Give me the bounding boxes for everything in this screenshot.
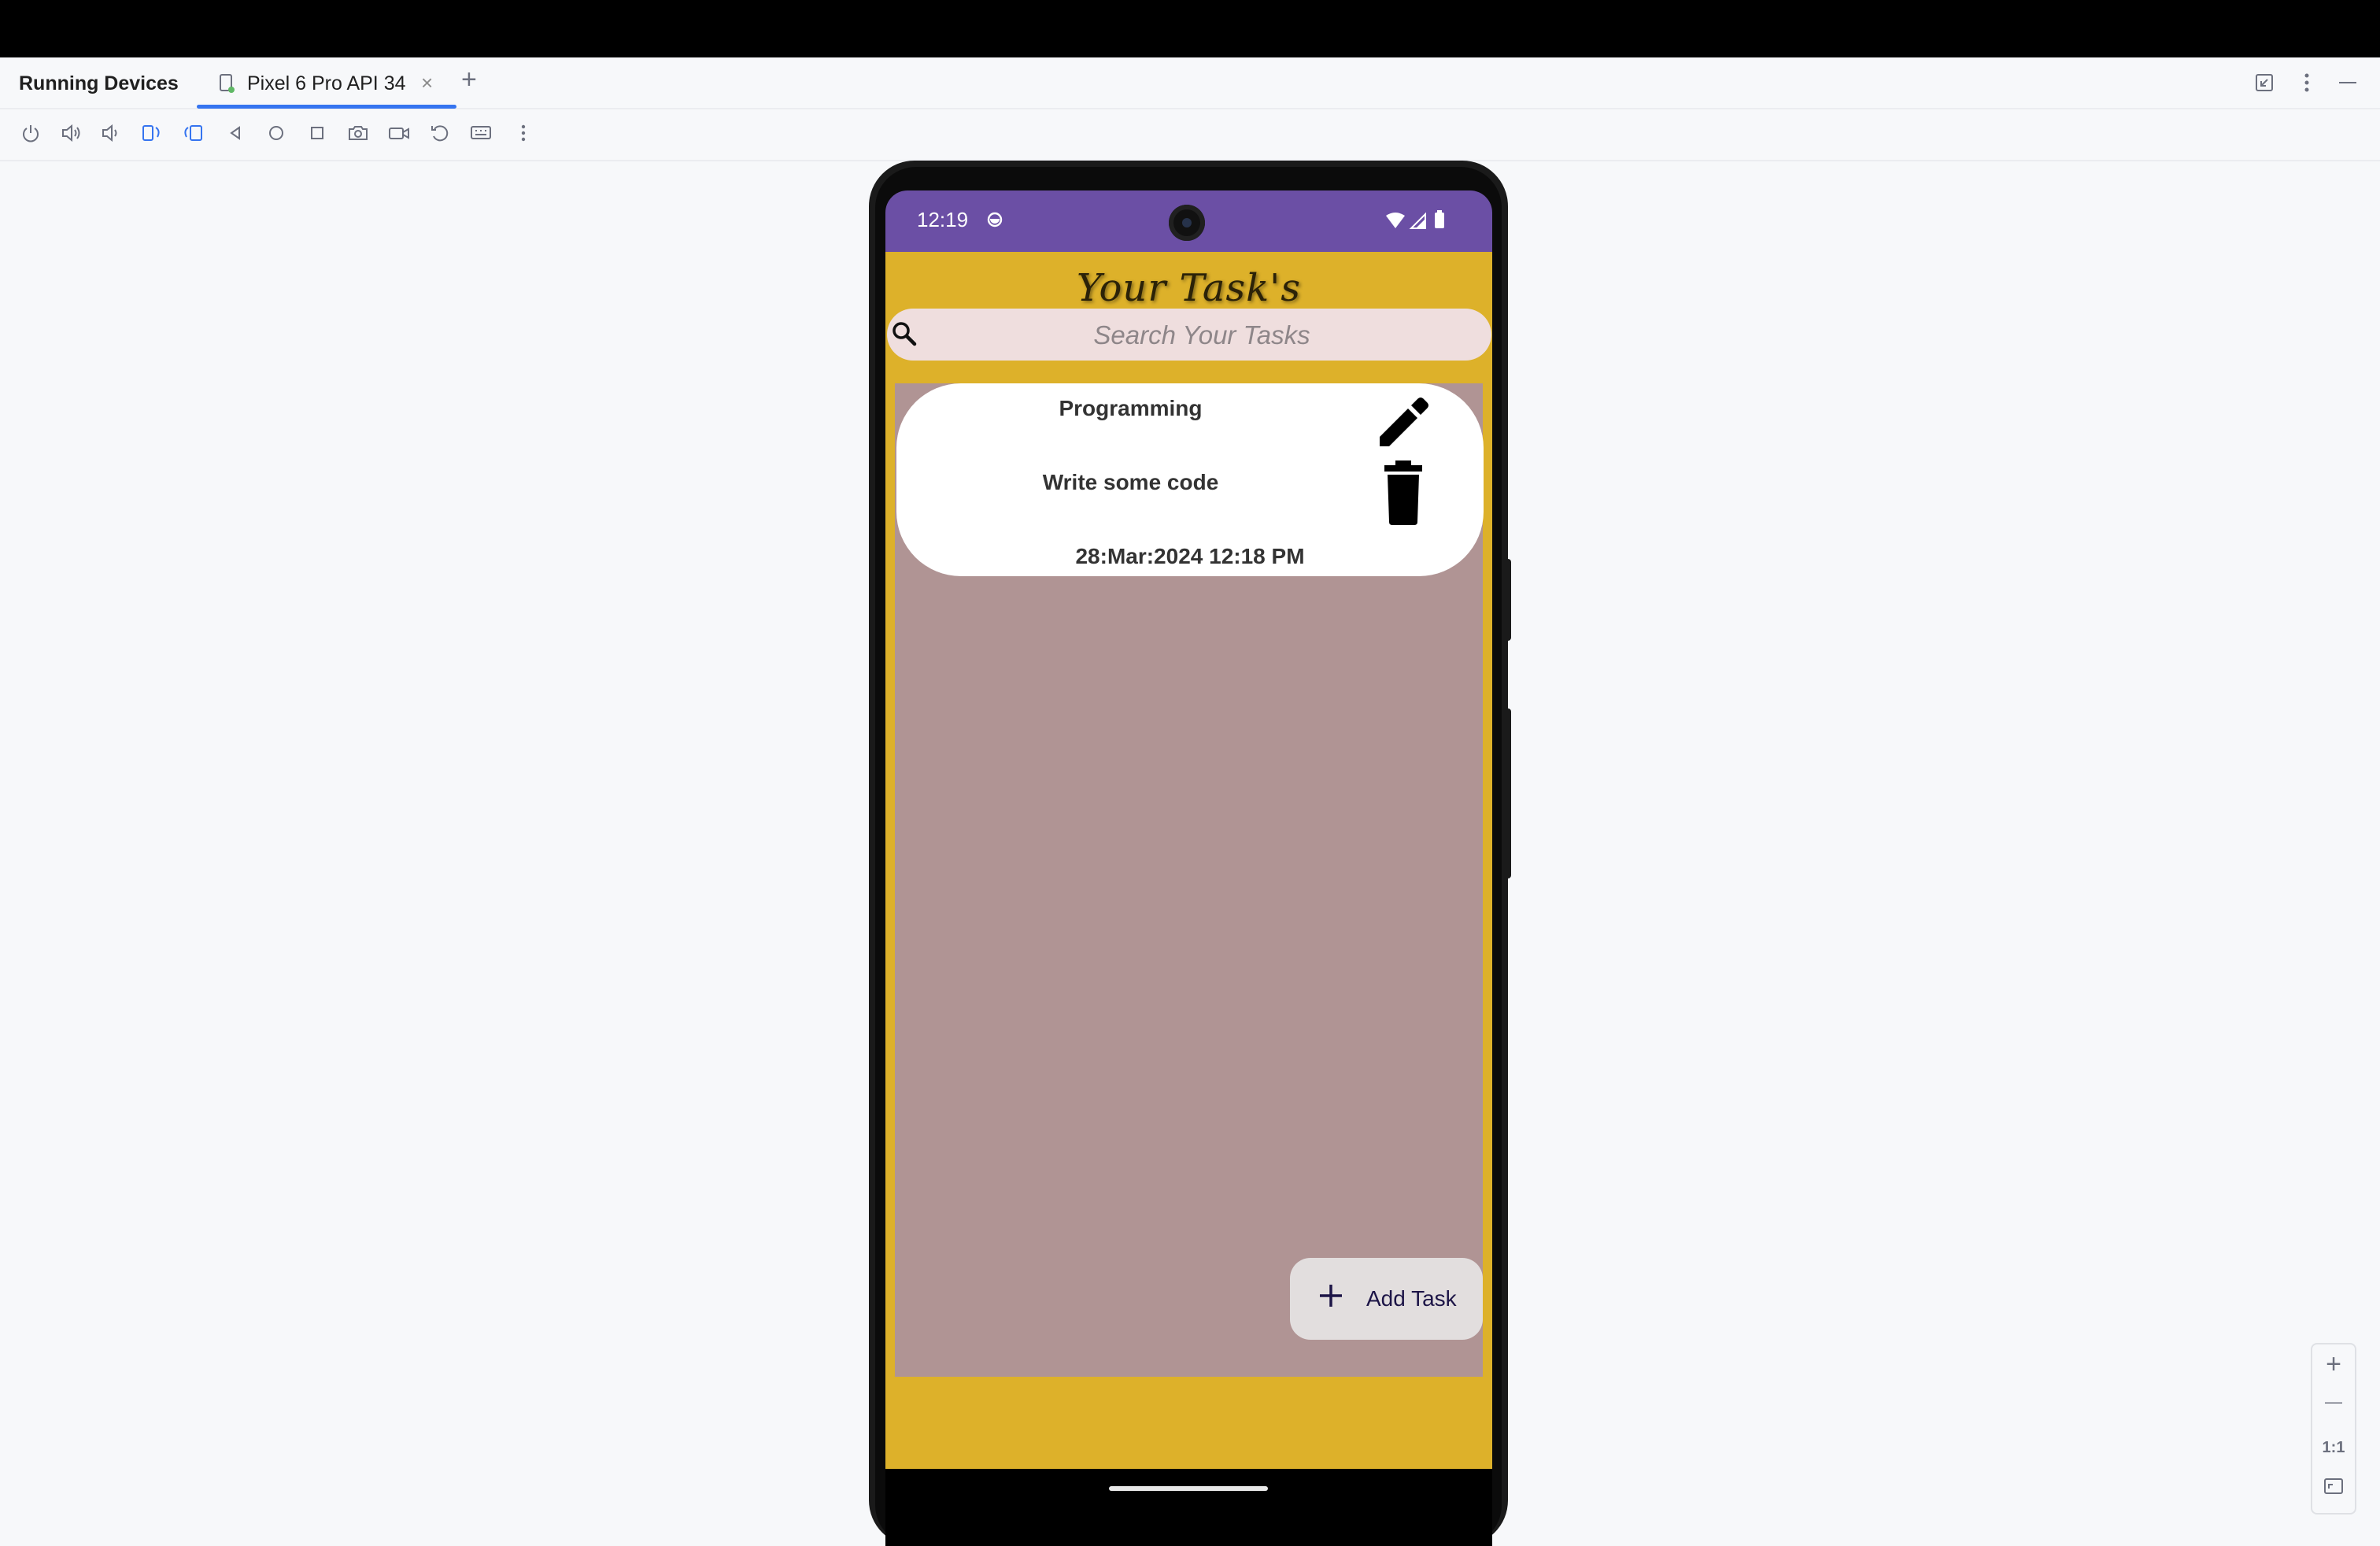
front-camera bbox=[1169, 205, 1205, 241]
search-bar[interactable] bbox=[887, 309, 1491, 362]
screenshot-icon[interactable] bbox=[346, 121, 370, 145]
more-icon[interactable] bbox=[512, 121, 535, 145]
zoom-out-button[interactable]: — bbox=[2312, 1392, 2355, 1412]
minimize-icon[interactable] bbox=[2334, 69, 2361, 96]
edit-icon[interactable] bbox=[1369, 388, 1436, 456]
navigation-bar bbox=[885, 1469, 1492, 1546]
more-options-icon[interactable] bbox=[2293, 69, 2320, 96]
notification-icon bbox=[987, 212, 1003, 227]
task-description: Write some code bbox=[1042, 470, 1219, 494]
restore-window-icon[interactable] bbox=[2251, 69, 2278, 96]
add-task-button[interactable]: Add Task bbox=[1290, 1258, 1483, 1340]
phone-side-button bbox=[1505, 559, 1511, 641]
fit-screen-icon[interactable] bbox=[2323, 1475, 2345, 1497]
power-icon[interactable] bbox=[19, 121, 42, 145]
add-tab-button[interactable]: + bbox=[461, 66, 477, 93]
reset-icon[interactable] bbox=[428, 121, 452, 145]
app-title: Your Task's bbox=[1077, 266, 1301, 310]
home-icon[interactable] bbox=[264, 121, 288, 145]
status-icons bbox=[1386, 210, 1444, 229]
zoom-controls: + — 1:1 bbox=[2311, 1343, 2356, 1515]
rotate-right-icon[interactable] bbox=[181, 121, 205, 145]
zoom-in-button[interactable]: + bbox=[2312, 1349, 2355, 1380]
add-task-label: Add Task bbox=[1366, 1286, 1457, 1311]
home-gesture-handle[interactable] bbox=[1109, 1486, 1268, 1491]
task-card[interactable]: Programming Write some code 28:Mar:2024 … bbox=[896, 383, 1484, 576]
active-tab-indicator bbox=[197, 105, 456, 109]
tab-device-label: Pixel 6 Pro API 34 bbox=[247, 72, 406, 94]
search-icon[interactable] bbox=[889, 318, 920, 350]
keyboard-icon[interactable] bbox=[469, 121, 493, 145]
status-time: 12:19 bbox=[917, 208, 969, 231]
phone-screen[interactable]: 12:19 Your Task's Programming Write some… bbox=[885, 190, 1492, 1546]
battery-icon bbox=[1435, 213, 1444, 228]
delete-icon[interactable] bbox=[1373, 459, 1433, 527]
screen-record-icon[interactable] bbox=[387, 121, 411, 145]
back-icon[interactable] bbox=[224, 121, 247, 145]
close-icon[interactable]: × bbox=[421, 71, 433, 95]
phone-volume-button bbox=[1505, 708, 1511, 878]
device-icon bbox=[220, 74, 235, 93]
top-black-bar bbox=[0, 0, 2380, 57]
volume-down-icon[interactable] bbox=[99, 121, 123, 145]
plus-icon bbox=[1320, 1285, 1342, 1307]
wifi-icon bbox=[1386, 213, 1405, 228]
rotate-left-icon[interactable] bbox=[140, 121, 164, 145]
actual-size-button[interactable]: 1:1 bbox=[2312, 1439, 2355, 1457]
task-title: Programming bbox=[1059, 396, 1203, 420]
panel-title: Running Devices bbox=[19, 72, 179, 94]
overview-icon[interactable] bbox=[305, 121, 329, 145]
volume-up-icon[interactable] bbox=[60, 121, 83, 145]
task-date: 28:Mar:2024 12:18 PM bbox=[1075, 544, 1305, 568]
tab-device[interactable]: Pixel 6 Pro API 34 × bbox=[197, 60, 456, 109]
search-input[interactable] bbox=[925, 309, 1479, 362]
